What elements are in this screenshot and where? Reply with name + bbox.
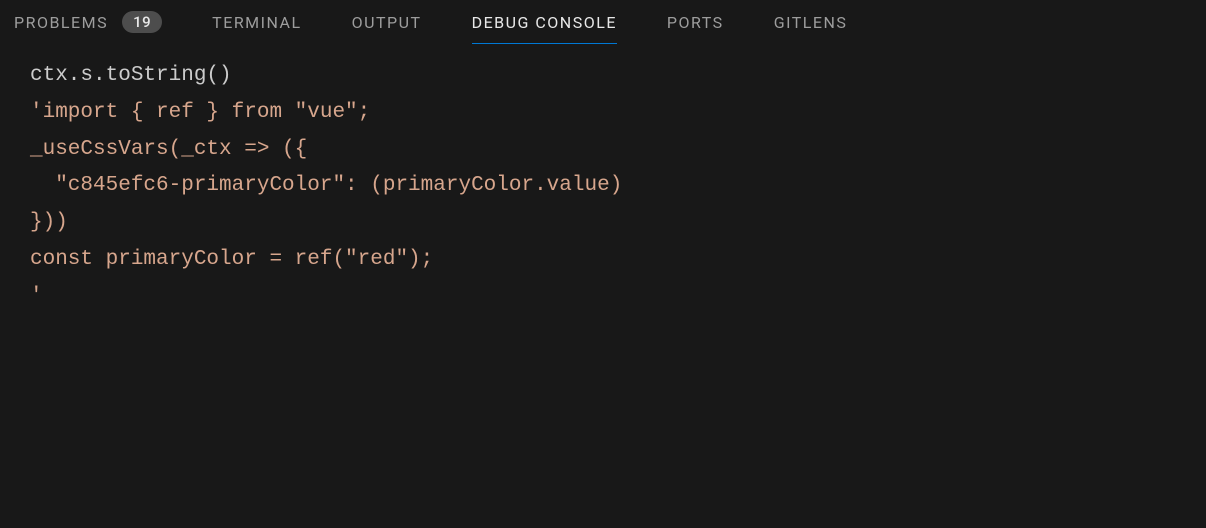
console-output-line: 'import { ref } from "vue";	[30, 95, 1176, 132]
tab-problems[interactable]: PROBLEMS 19	[14, 0, 162, 44]
tab-debug-console[interactable]: DEBUG CONSOLE	[472, 0, 617, 44]
tab-gitlens[interactable]: GITLENS	[774, 0, 848, 44]
console-output-line: _useCssVars(_ctx => ({	[30, 132, 1176, 169]
tab-problems-label: PROBLEMS	[14, 13, 108, 32]
console-output-line: "c845efc6-primaryColor": (primaryColor.v…	[30, 168, 1176, 205]
console-input-expression: ctx.s.toString()	[30, 58, 1176, 95]
tab-ports-label: PORTS	[667, 13, 724, 32]
console-output-line: }))	[30, 205, 1176, 242]
tab-output[interactable]: OUTPUT	[352, 0, 422, 44]
debug-console-content[interactable]: ctx.s.toString() 'import { ref } from "v…	[0, 44, 1206, 329]
tab-debug-console-label: DEBUG CONSOLE	[472, 13, 617, 32]
tab-terminal-label: TERMINAL	[212, 13, 301, 32]
panel-tabs-bar: PROBLEMS 19 TERMINAL OUTPUT DEBUG CONSOL…	[0, 0, 1206, 44]
tab-terminal[interactable]: TERMINAL	[212, 0, 301, 44]
tab-output-label: OUTPUT	[352, 13, 422, 32]
console-output-line: const primaryColor = ref("red");	[30, 242, 1176, 279]
console-output-block: 'import { ref } from "vue"; _useCssVars(…	[30, 95, 1176, 316]
tab-ports[interactable]: PORTS	[667, 0, 724, 44]
tab-gitlens-label: GITLENS	[774, 13, 848, 32]
console-output-line: '	[30, 279, 1176, 316]
problems-count-badge: 19	[122, 11, 162, 33]
